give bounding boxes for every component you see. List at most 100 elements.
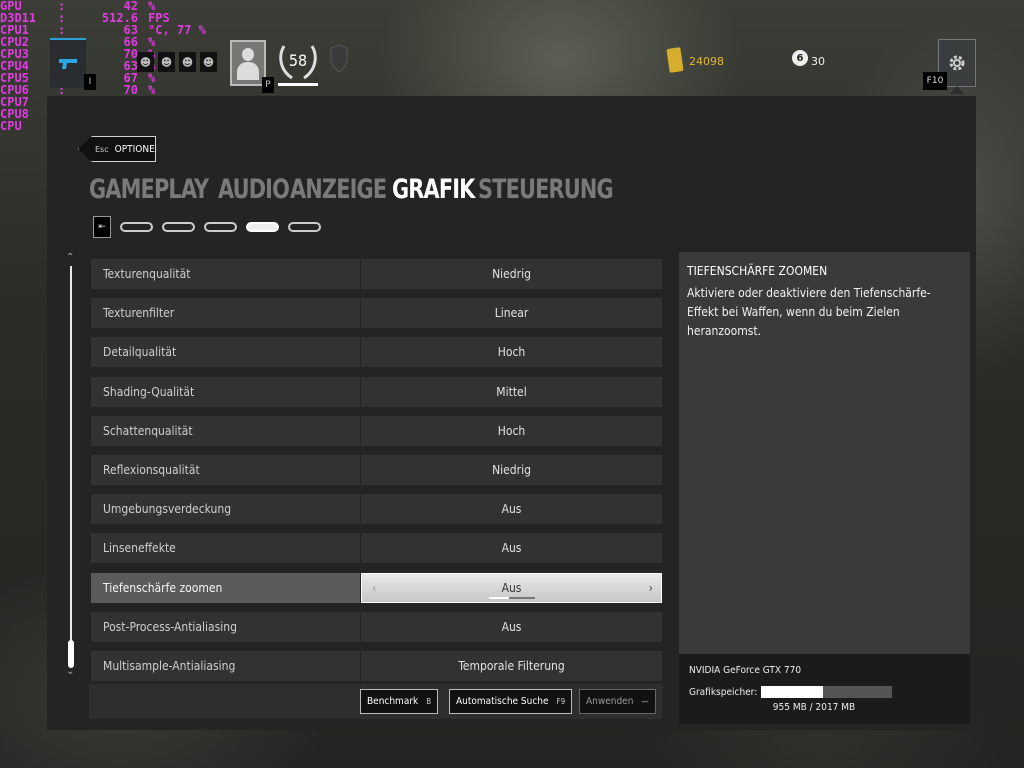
setting-value-text: Hoch xyxy=(497,423,526,438)
setting-label: Shading-Qualität xyxy=(91,376,360,407)
setting-label: Multisample-Antialiasing xyxy=(91,650,360,681)
setting-row[interactable]: Texturenfilter Linear xyxy=(91,298,662,329)
scroll-thumb[interactable] xyxy=(68,640,74,668)
overlay-row: CPU2:66% xyxy=(0,36,238,48)
gpu-info-panel: NVIDIA GeForce GTX 770 Grafikspeicher: 9… xyxy=(679,654,970,724)
options-tabs: GAMEPLAY AUDIO ANZEIGE GRAFIK STEUERUNG xyxy=(89,174,614,205)
setting-value-text: Linear xyxy=(494,306,529,321)
avatar[interactable] xyxy=(230,40,266,86)
setting-value-text: Temporale Filterung xyxy=(458,658,565,673)
auto-search-key-hint: F9 xyxy=(556,697,566,706)
r6-credits-icon: 6 xyxy=(792,50,808,66)
tab-audio[interactable]: AUDIO xyxy=(218,174,290,205)
option-position-bar xyxy=(489,596,535,599)
auto-search-label: Automatische Suche xyxy=(456,696,549,707)
tab-steuerung[interactable]: STEUERUNG xyxy=(478,174,614,205)
setting-label: Detailqualität xyxy=(91,337,360,368)
weapon-key-hint: I xyxy=(84,74,96,90)
page-dot[interactable] xyxy=(204,222,237,232)
setting-row[interactable]: Detailqualität Hoch xyxy=(91,337,662,368)
back-key-hint: Esc xyxy=(95,144,109,154)
benchmark-button[interactable]: Benchmark B xyxy=(360,689,439,714)
weapon-icon[interactable] xyxy=(50,38,86,88)
apply-button[interactable]: Anwenden — xyxy=(579,689,656,714)
auto-search-button[interactable]: Automatische Suche F9 xyxy=(449,689,573,714)
level-progress xyxy=(278,83,318,86)
settings-key-hint: F10 xyxy=(923,72,947,90)
setting-value[interactable]: Niedrig xyxy=(361,454,662,485)
setting-value[interactable]: Mittel xyxy=(361,376,662,407)
tab-anzeige[interactable]: ANZEIGE xyxy=(290,174,387,205)
setting-row[interactable]: Multisample-Antialiasing Temporale Filter… xyxy=(91,650,662,681)
setting-value-text: Niedrig xyxy=(492,267,531,281)
setting-row[interactable]: Shading-Qualität Mittel xyxy=(91,376,662,407)
setting-description-panel: TIEFENSCHÄRFE ZOOMEN Aktiviere oder deak… xyxy=(679,252,970,654)
squad-slot-icon[interactable]: ☻ xyxy=(200,52,217,72)
setting-row[interactable]: Reflexionsqualität Niedrig xyxy=(91,454,662,485)
setting-value-text: Aus xyxy=(501,580,522,595)
apply-label: Anwenden xyxy=(586,696,634,707)
apply-key-hint: — xyxy=(641,697,649,706)
scrollbar[interactable]: ⌃ ⌄ xyxy=(64,252,78,682)
page-dot[interactable] xyxy=(120,222,153,232)
setting-value-text: Niedrig xyxy=(492,462,531,477)
setting-value-text: Mittel xyxy=(496,384,527,399)
page-dot[interactable] xyxy=(162,222,195,232)
credits-value: 30 xyxy=(811,55,825,68)
setting-value[interactable]: Niedrig xyxy=(361,259,662,289)
setting-value-text: Aus xyxy=(501,541,522,556)
page-indicator: ⇤ xyxy=(93,216,321,238)
setting-label: Linseneffekte xyxy=(91,533,360,564)
setting-value[interactable]: Hoch xyxy=(361,337,662,368)
setting-value-text: Hoch xyxy=(497,345,526,360)
setting-value[interactable]: Aus ‹ › xyxy=(361,572,662,603)
description-title: TIEFENSCHÄRFE ZOOMEN xyxy=(687,264,828,278)
description-text: Aktiviere oder deaktiviere den Tiefensch… xyxy=(687,286,931,338)
benchmark-key-hint: B xyxy=(426,697,432,706)
tab-gameplay[interactable]: GAMEPLAY xyxy=(89,174,209,205)
back-button[interactable]: Esc OPTIONEN xyxy=(78,136,156,162)
setting-value-text: Aus xyxy=(501,619,522,634)
squad-slot-icon[interactable]: ☻ xyxy=(179,52,196,72)
setting-label: Post-Process-Antialiasing xyxy=(91,611,360,642)
tab-grafik[interactable]: GRAFIK xyxy=(392,174,475,205)
setting-label: Umgebungsverdeckung xyxy=(91,494,360,525)
setting-label: Reflexionsqualität xyxy=(91,454,360,485)
gear-icon xyxy=(949,55,965,71)
benchmark-label: Benchmark xyxy=(367,696,419,707)
setting-value[interactable]: Aus xyxy=(361,533,662,564)
setting-row[interactable]: Umgebungsverdeckung Aus xyxy=(91,494,662,525)
setting-value[interactable]: Hoch xyxy=(361,415,662,446)
setting-row[interactable]: Post-Process-Antialiasing Aus xyxy=(91,611,662,642)
page-switch-icon[interactable]: ⇤ xyxy=(93,216,111,238)
chevron-up-icon[interactable]: ⌃ xyxy=(66,252,74,263)
setting-value[interactable]: Linear xyxy=(361,298,662,329)
setting-value[interactable]: Temporale Filterung xyxy=(361,650,662,681)
settings-pointer xyxy=(950,86,964,94)
setting-row[interactable]: Texturenqualität Niedrig xyxy=(91,259,662,289)
back-label: OPTIONEN xyxy=(114,143,162,155)
setting-row[interactable]: Schattenqualität Hoch xyxy=(91,415,662,446)
gpu-memory-bar xyxy=(761,686,893,698)
chevron-down-icon[interactable]: ⌄ xyxy=(66,666,74,677)
setting-label: Texturenqualität xyxy=(91,259,360,289)
settings-list: Texturenqualität Niedrig Texturenfilter Lin… xyxy=(91,259,662,690)
squad-slot-icon[interactable]: ☻ xyxy=(137,52,154,72)
level-badge: 58 xyxy=(276,38,320,82)
gpu-name: NVIDIA GeForce GTX 770 xyxy=(689,665,802,676)
chevron-right-icon[interactable]: › xyxy=(649,581,653,595)
setting-value-text: Aus xyxy=(501,502,522,517)
gpu-memory-label: Grafikspeicher: xyxy=(689,686,758,698)
setting-value[interactable]: Aus xyxy=(361,494,662,525)
setting-label: Texturenfilter xyxy=(91,298,360,329)
overlay-row: CPU1:63 °C, 77 % xyxy=(0,24,238,36)
setting-row[interactable]: Linseneffekte Aus xyxy=(91,533,662,564)
setting-row[interactable]: Tiefenschärfe zoomen Aus ‹ › xyxy=(91,572,662,603)
overlay-row: CPU6:70% xyxy=(0,84,238,96)
setting-label: Tiefenschärfe zoomen xyxy=(91,572,360,603)
page-dot[interactable] xyxy=(288,222,321,232)
chevron-left-icon[interactable]: ‹ xyxy=(372,581,376,595)
setting-value[interactable]: Aus xyxy=(361,611,662,642)
page-dot[interactable] xyxy=(246,222,279,232)
squad-slot-icon[interactable]: ☻ xyxy=(158,52,175,72)
